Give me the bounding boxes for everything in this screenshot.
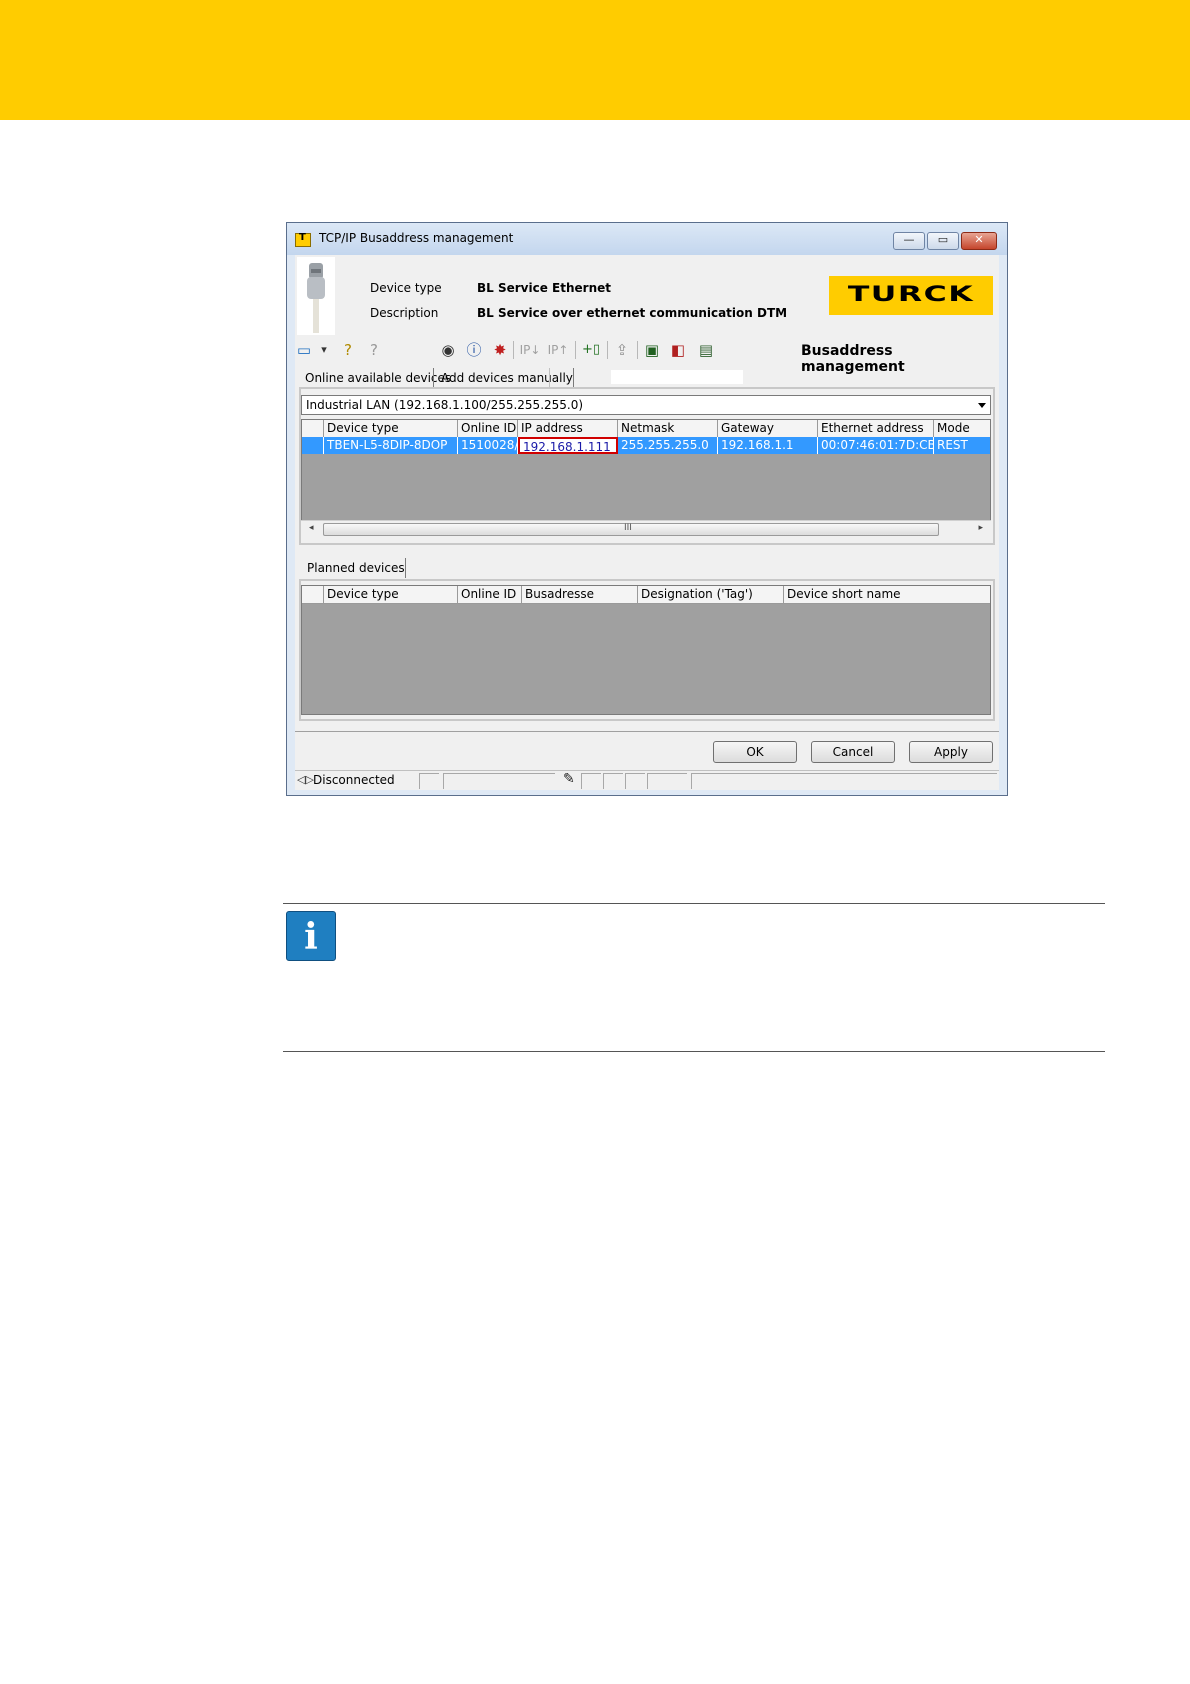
section-title: Busaddress management xyxy=(801,343,905,375)
header-cell[interactable]: Busadresse xyxy=(522,586,638,603)
tab-divider xyxy=(549,368,550,388)
scroll-right-icon[interactable]: ▸ xyxy=(978,523,983,533)
row-selector[interactable] xyxy=(302,437,324,454)
table-header: Device type Online ID Busadresse Designa… xyxy=(302,586,990,604)
minimize-icon: — xyxy=(903,233,915,246)
cancel-button[interactable]: Cancel xyxy=(811,741,895,763)
ip-address-input[interactable]: 192.168.1.111 xyxy=(518,437,618,454)
close-icon: ✕ xyxy=(974,233,984,246)
plug-icon: ◁▷ xyxy=(297,773,314,786)
tab-divider xyxy=(433,368,434,388)
search-network-icon[interactable]: ◉ xyxy=(439,341,457,359)
download-icon[interactable]: ▣ xyxy=(643,341,661,359)
cell-online-id[interactable]: 1510028/6 xyxy=(458,437,518,454)
device-type-label: Device type xyxy=(370,281,442,295)
status-pane xyxy=(443,773,555,789)
apply-button[interactable]: Apply xyxy=(909,741,993,763)
tab-add-devices-manually[interactable]: Add devices manually xyxy=(441,371,573,385)
info-box-bottom-rule xyxy=(283,1051,1105,1052)
window-client: Device type BL Service Ethernet Descript… xyxy=(295,255,999,790)
identify-icon[interactable]: ⓘ xyxy=(465,341,483,359)
header-cell[interactable]: Device type xyxy=(324,586,458,603)
maximize-icon: ▭ xyxy=(937,233,949,246)
toolbar-separator xyxy=(607,341,608,359)
reset-icon[interactable]: ◧ xyxy=(669,341,687,359)
toolbar-separator xyxy=(575,341,576,359)
toolbar-separator xyxy=(513,341,514,359)
info-box-top-rule xyxy=(283,903,1105,904)
device-type-value: BL Service Ethernet xyxy=(477,281,611,295)
scroll-left-icon[interactable]: ◂ xyxy=(309,523,314,533)
ip-down-icon: IP↓ xyxy=(519,343,541,357)
tab-divider xyxy=(405,558,406,578)
tab-planned-devices[interactable]: Planned devices xyxy=(307,561,405,575)
chevron-down-icon[interactable] xyxy=(978,403,986,408)
ok-button[interactable]: OK xyxy=(713,741,797,763)
status-pane xyxy=(691,773,997,789)
tab-blank-field xyxy=(611,370,743,384)
status-pane xyxy=(419,773,439,789)
connection-status: Disconnected xyxy=(313,773,395,787)
header-cell[interactable]: Mode xyxy=(934,420,990,437)
status-pane xyxy=(581,773,601,789)
scrollbar-thumb[interactable]: III xyxy=(323,523,939,536)
maximize-button[interactable]: ▭ xyxy=(927,232,959,250)
table-header: Device type Online ID IP address Netmask… xyxy=(302,420,990,438)
header-cell[interactable]: Online ID xyxy=(458,420,518,437)
header-cell xyxy=(302,586,324,603)
help-icon[interactable]: ? xyxy=(339,341,357,359)
blink-icon[interactable]: ✸ xyxy=(491,341,509,359)
table-row[interactable]: TBEN-L5-8DIP-8DOP 1510028/6 192.168.1.11… xyxy=(302,437,990,454)
status-pane xyxy=(603,773,623,789)
header-cell[interactable]: Device type xyxy=(324,420,458,437)
header-cell[interactable]: Ethernet address xyxy=(818,420,934,437)
busaddress-window: TCP/IP Busaddress management — ▭ ✕ Devic… xyxy=(286,222,1008,796)
info-icon: i xyxy=(286,911,336,961)
window-title: TCP/IP Busaddress management xyxy=(319,231,514,245)
header-cell[interactable]: Netmask xyxy=(618,420,718,437)
footer-divider xyxy=(295,731,999,732)
status-pane xyxy=(647,773,687,789)
turck-app-icon xyxy=(295,232,311,247)
header-cell[interactable]: Device short name xyxy=(784,586,990,603)
cell-ethernet-address[interactable]: 00:07:46:01:7D:CB xyxy=(818,437,934,454)
cell-netmask[interactable]: 255.255.255.0 xyxy=(618,437,718,454)
online-devices-table: Device type Online ID IP address Netmask… xyxy=(301,419,991,521)
network-select[interactable]: Industrial LAN (192.168.1.100/255.255.25… xyxy=(301,395,991,415)
header-cell[interactable]: Online ID xyxy=(458,586,522,603)
page-header-band xyxy=(0,0,1190,120)
pen-icon: ✎ xyxy=(563,771,575,787)
cell-mode[interactable]: REST xyxy=(934,437,990,454)
network-select-value: Industrial LAN (192.168.1.100/255.255.25… xyxy=(306,398,584,412)
turck-logo: TURCK xyxy=(829,276,993,315)
title-bar[interactable]: TCP/IP Busaddress management — ▭ ✕ xyxy=(287,223,1007,255)
cell-gateway[interactable]: 192.168.1.1 xyxy=(718,437,818,454)
toolbar-separator xyxy=(637,341,638,359)
window-view-icon[interactable]: ▭ xyxy=(295,341,313,359)
planned-devices-table: Device type Online ID Busadresse Designa… xyxy=(301,585,991,715)
horizontal-scrollbar[interactable]: ◂ III ▸ xyxy=(301,520,991,538)
description-value: BL Service over ethernet communication D… xyxy=(477,306,788,320)
close-button[interactable]: ✕ xyxy=(961,232,997,250)
tab-divider xyxy=(573,368,574,388)
upload-icon: ⇪ xyxy=(615,341,629,359)
device-image xyxy=(297,257,335,335)
header-cell[interactable]: IP address xyxy=(518,420,618,437)
ip-up-icon: IP↑ xyxy=(547,343,569,357)
write-icon[interactable]: ▤ xyxy=(697,341,715,359)
description-label: Description xyxy=(370,306,439,320)
add-device-icon[interactable]: +▯ xyxy=(579,341,603,359)
header-cell[interactable]: Gateway xyxy=(718,420,818,437)
help-disabled-icon: ? xyxy=(370,341,378,359)
grip-icon: III xyxy=(624,523,632,533)
header-cell[interactable]: Designation ('Tag') xyxy=(638,586,784,603)
status-bar: ◁▷ Disconnected ✎ xyxy=(295,770,999,790)
tab-online-available-devices[interactable]: Online available devices xyxy=(305,371,451,385)
status-pane xyxy=(625,773,645,789)
minimize-button[interactable]: — xyxy=(893,232,925,250)
header-cell xyxy=(302,420,324,437)
cell-device-type[interactable]: TBEN-L5-8DIP-8DOP xyxy=(324,437,458,454)
dropdown-arrow-icon[interactable]: ▾ xyxy=(315,341,333,359)
